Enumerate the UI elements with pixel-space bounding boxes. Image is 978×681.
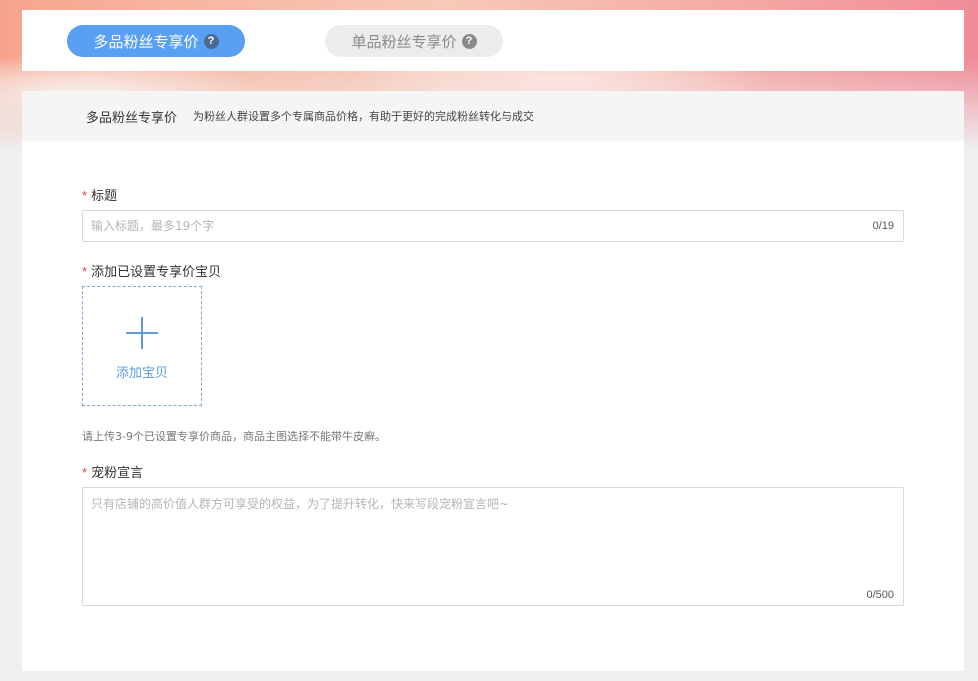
- panel-title: 多品粉丝专享价: [86, 107, 177, 126]
- add-item-label: 添加宝贝: [83, 362, 201, 381]
- question-circle-icon[interactable]: ?: [462, 34, 477, 49]
- title-input[interactable]: [91, 211, 831, 241]
- slogan-label-text: 宠粉宣言: [91, 466, 143, 481]
- title-field: 0/19: [82, 210, 904, 242]
- required-mark: *: [82, 188, 87, 203]
- plus-icon-vertical: [141, 317, 143, 349]
- title-label-text: 标题: [91, 189, 117, 204]
- items-hint: 请上传3-9个已设置专享价商品，商品主图选择不能带牛皮癣。: [82, 428, 386, 444]
- tab-multi-item-fan-price[interactable]: 多品粉丝专享价 ?: [67, 25, 245, 57]
- required-mark: *: [82, 264, 87, 279]
- question-circle-icon[interactable]: ?: [204, 34, 219, 49]
- form-panel: 多品粉丝专享价 为粉丝人群设置多个专属商品价格，有助于更好的完成粉丝转化与成交 …: [22, 91, 964, 671]
- panel-header: 多品粉丝专享价 为粉丝人群设置多个专属商品价格，有助于更好的完成粉丝转化与成交: [22, 91, 964, 141]
- add-item-button[interactable]: 添加宝贝: [82, 286, 202, 406]
- tab-single-item-fan-price[interactable]: 单品粉丝专享价 ?: [325, 25, 503, 57]
- items-label-text: 添加已设置专享价宝贝: [91, 265, 221, 280]
- slogan-field: 0/500: [82, 487, 904, 606]
- tab-bar: 多品粉丝专享价 ? 单品粉丝专享价 ?: [22, 10, 964, 71]
- tab-label: 单品粉丝专享价: [351, 31, 456, 52]
- panel-description: 为粉丝人群设置多个专属商品价格，有助于更好的完成粉丝转化与成交: [193, 108, 534, 124]
- items-field-label: * 添加已设置专享价宝贝: [82, 261, 221, 280]
- title-field-label: * 标题: [82, 185, 117, 204]
- slogan-field-label: * 宠粉宣言: [82, 462, 143, 481]
- tab-label: 多品粉丝专享价: [93, 31, 198, 52]
- slogan-textarea[interactable]: [91, 495, 901, 585]
- slogan-char-counter: 0/500: [866, 589, 894, 601]
- required-mark: *: [82, 465, 87, 480]
- title-char-counter: 0/19: [873, 220, 894, 232]
